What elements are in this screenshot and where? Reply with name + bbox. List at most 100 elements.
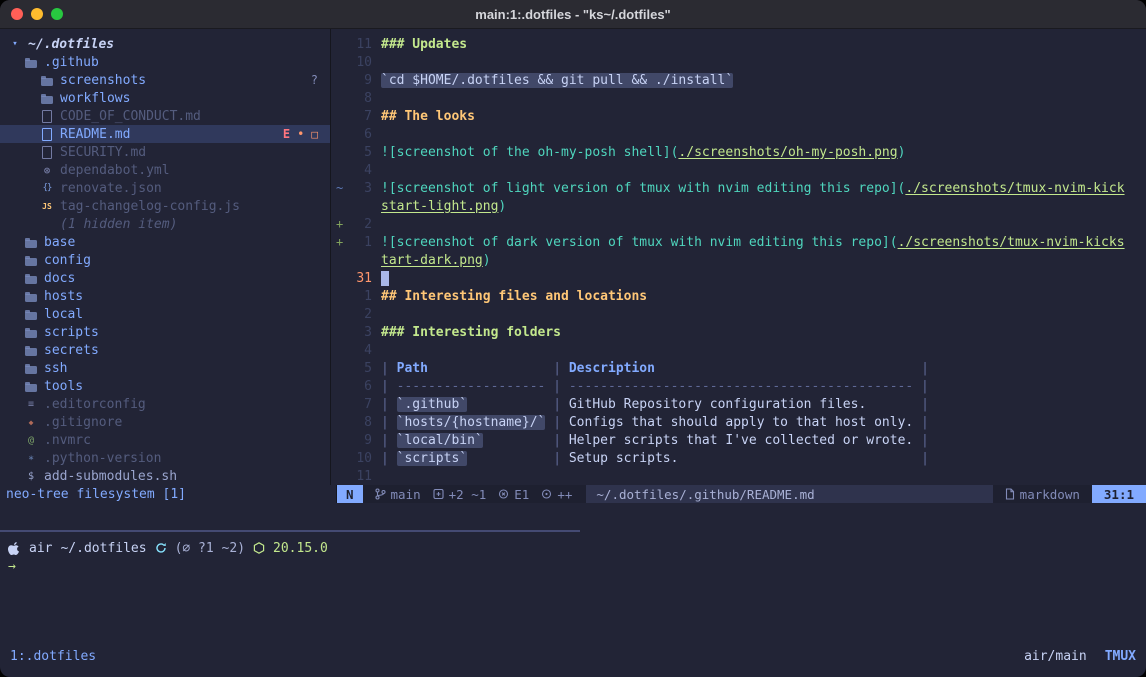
python-icon: ∗ [24,451,38,465]
editor-line[interactable]: 7| `.github` | GitHub Repository configu… [331,395,1146,413]
minimize-button[interactable] [31,8,43,20]
tree-item-docs[interactable]: docs [0,269,330,287]
line-number: 3 [348,181,372,196]
text-segment: ### Updates [381,37,467,52]
text-segment: ) [898,145,906,160]
folder-icon [24,235,38,249]
editor-line[interactable]: start-light.png) [331,197,1146,215]
diagnostics-count: E1 [514,487,529,502]
editor-line[interactable]: tart-dark.png) [331,251,1146,269]
close-button[interactable] [11,8,23,20]
tree-item-1-hidden-item[interactable]: (1 hidden item) [0,215,330,233]
untracked-marker: ? [311,73,318,87]
tree-item-tag-changelog-config-js[interactable]: JStag-changelog-config.js [0,197,330,215]
tree-item-readme-md[interactable]: README.mdE•□ [0,125,330,143]
tmux-status-bar: 1:.dotfiles air/main TMUX [0,647,1146,665]
folder-icon [24,307,38,321]
text-segment: | [381,415,397,430]
tree-item-security-md[interactable]: SECURITY.md [0,143,330,161]
editor-line[interactable]: 9`cd $HOME/.dotfiles && git pull && ./in… [331,71,1146,89]
tree-item-hosts[interactable]: hosts [0,287,330,305]
tree-item-screenshots[interactable]: screenshots? [0,71,330,89]
tree-item-label: hosts [44,289,83,304]
editor-line[interactable]: 10 [331,53,1146,71]
editor-line[interactable]: ~3![screenshot of light version of tmux … [331,179,1146,197]
tree-item-github[interactable]: .github [0,53,330,71]
editor-line[interactable]: 5![screenshot of the oh-my-posh shell](.… [331,143,1146,161]
tree-item-label: CODE_OF_CONDUCT.md [60,109,201,124]
line-number: 9 [348,433,372,448]
tree-item-scripts[interactable]: scripts [0,323,330,341]
tree-item-dependabot-yml[interactable]: ⊛dependabot.yml [0,161,330,179]
branch-name: main [391,487,421,502]
editor-line[interactable]: +1![screenshot of dark version of tmux w… [331,233,1146,251]
tree-item-base[interactable]: base [0,233,330,251]
tmux-window-tab[interactable]: 1:.dotfiles [10,649,96,664]
tree-item-config[interactable]: config [0,251,330,269]
editor-line[interactable]: 11 [331,467,1146,485]
editor-line[interactable]: 9| `local/bin` | Helper scripts that I'v… [331,431,1146,449]
tree-item-label: local [44,307,83,322]
tree-item-gitignore[interactable]: ◆.gitignore [0,413,330,431]
shell-input-line[interactable]: → [0,557,1146,575]
tree-item-label: .python-version [44,451,161,466]
at-icon: @ [24,433,38,447]
editor-line-text: | ------------------- | ----------------… [381,379,929,394]
text-segment: | [381,361,397,376]
line-number: 1 [348,289,372,304]
prompt-git-status: (∅ ?1 ~2) [175,541,245,556]
tree-item-code-of-conduct-md[interactable]: CODE_OF_CONDUCT.md [0,107,330,125]
gutter-sign [331,415,348,429]
editor-line[interactable]: 2 [331,305,1146,323]
gutter-sign [331,271,348,285]
tree-item-label: workflows [60,91,130,106]
neotree-statusline: neo-tree filesystem [1] [0,485,336,503]
editor-line[interactable]: +2 [331,215,1146,233]
tree-item-secrets[interactable]: secrets [0,341,330,359]
editor-line[interactable]: 31 [331,269,1146,287]
editor-line[interactable]: 6 [331,125,1146,143]
gutter-sign [331,55,348,69]
editor-line[interactable]: 5| Path | Description | [331,359,1146,377]
tree-item-nvmrc[interactable]: @.nvmrc [0,431,330,449]
editor-line[interactable]: 10| `scripts` | Setup scripts. | [331,449,1146,467]
text-segment: ./screenshots/tmux-nvim-kick [905,181,1124,196]
editor-line[interactable]: 11### Updates [331,35,1146,53]
titlebar[interactable]: main:1:.dotfiles - "ks~/.dotfiles" [0,0,1146,29]
tree-item-label: renovate.json [60,181,162,196]
editor-line[interactable]: 7## The looks [331,107,1146,125]
gutter-sign [331,451,348,465]
text-segment: | [553,361,569,376]
tree-item-label: screenshots [60,73,146,88]
editor-line[interactable]: 3### Interesting folders [331,323,1146,341]
editor-line[interactable]: 8 [331,89,1146,107]
editor-buffer[interactable]: 11### Updates 10 9`cd $HOME/.dotfiles &&… [330,29,1146,485]
tmux-session: air/main [1024,649,1087,664]
editor-line[interactable]: 4 [331,161,1146,179]
line-number [348,253,372,268]
folder-icon [24,361,38,375]
tree-item-add-submodules-sh[interactable]: $add-submodules.sh [0,467,330,485]
tree-item-python-version[interactable]: ∗ .python-version [0,449,330,467]
editor-line[interactable]: 4 [331,341,1146,359]
tree-item-tools[interactable]: tools [0,377,330,395]
prompt-cwd: ~/.dotfiles [60,541,146,556]
tree-item-ssh[interactable]: ssh [0,359,330,377]
editor-line[interactable]: 6| ------------------- | ---------------… [331,377,1146,395]
statusline-filepath: ~/.dotfiles/.github/README.md [586,485,992,503]
text-segment: Setup scripts. [569,451,679,466]
editor-line[interactable]: 1## Interesting files and locations [331,287,1146,305]
plugin-status: ++ [541,487,572,502]
tree-item-label: tools [44,379,83,394]
line-number: 5 [348,361,372,376]
tree-item-editorconfig[interactable]: ≡.editorconfig [0,395,330,413]
text-segment: tart-dark.png [381,253,483,268]
editor-line[interactable]: 8| `hosts/{hostname}/` | Configs that sh… [331,413,1146,431]
zoom-button[interactable] [51,8,63,20]
mode-indicator: N [337,485,363,503]
tree-item-workflows[interactable]: workflows [0,89,330,107]
tree-item-label: base [44,235,75,250]
tree-item-local[interactable]: local [0,305,330,323]
tree-item-dotfiles[interactable]: ▾~/.dotfiles [0,35,330,53]
tree-item-renovate-json[interactable]: {}renovate.json [0,179,330,197]
